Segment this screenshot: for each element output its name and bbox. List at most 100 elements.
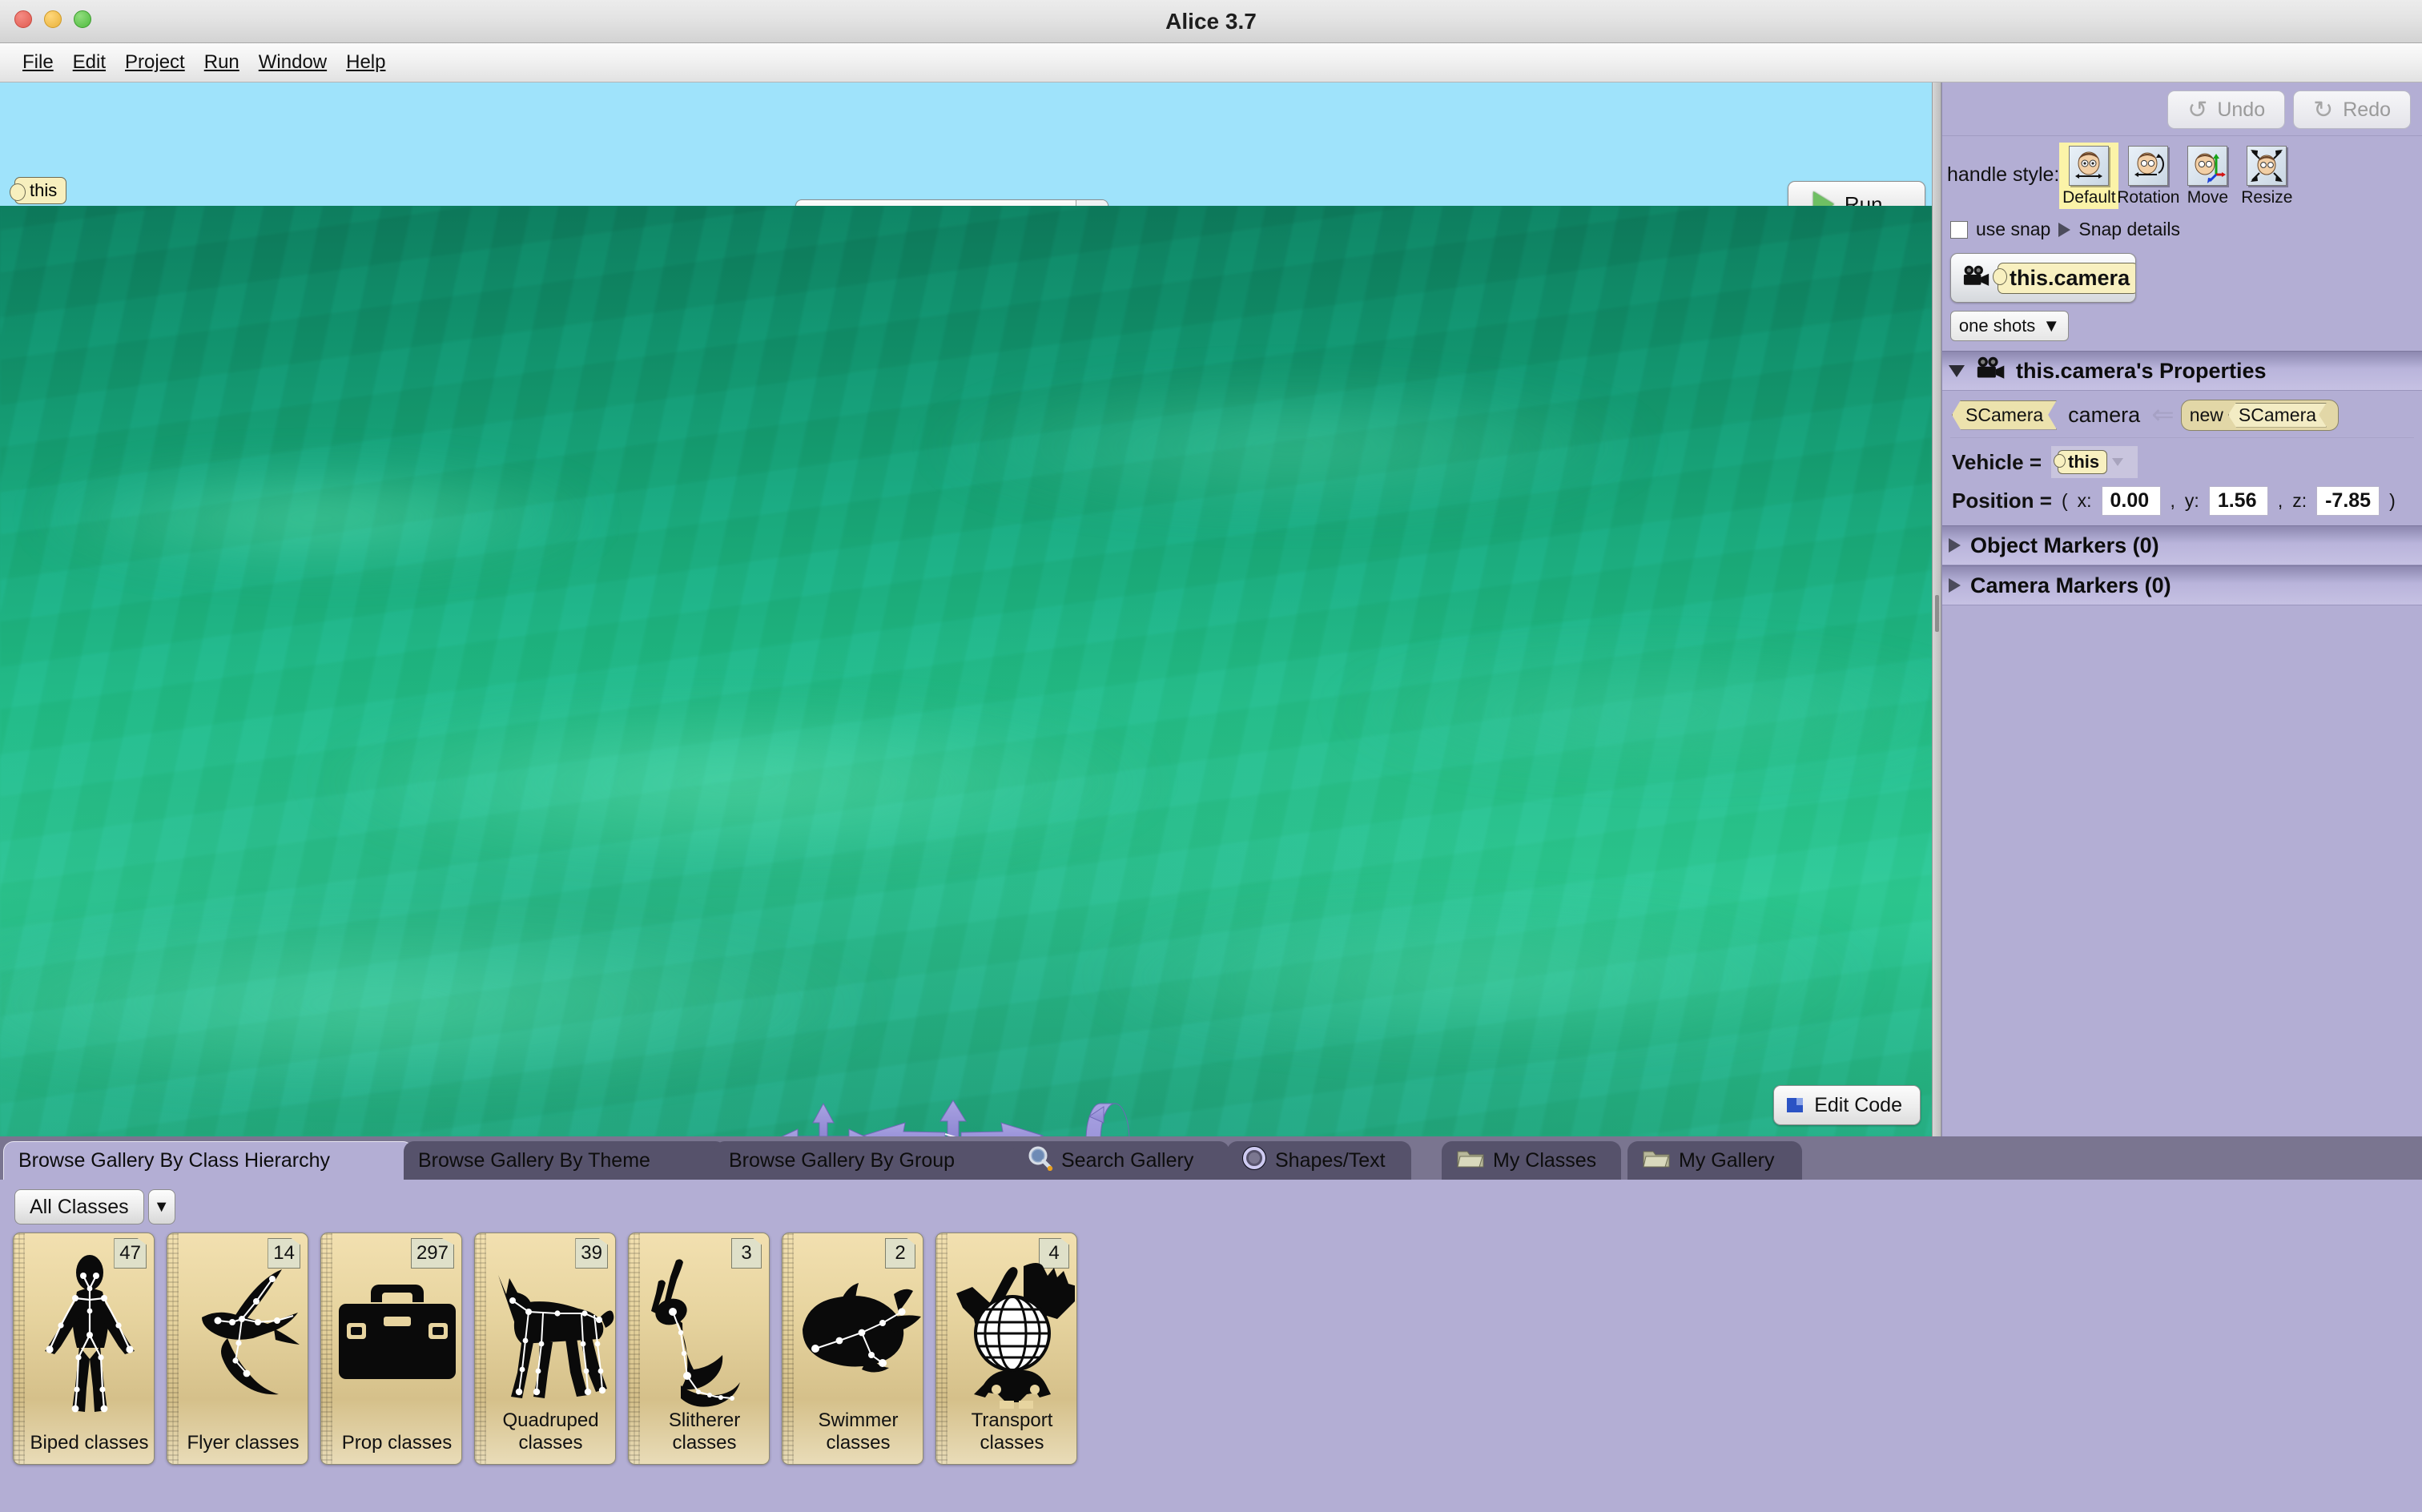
gallery-card-slitherer[interactable]: 3: [628, 1233, 770, 1465]
vehicle-value-dropdown[interactable]: this: [2051, 446, 2138, 478]
use-snap-label: use snap: [1976, 219, 2050, 240]
redo-button[interactable]: ↻ Redo: [2293, 90, 2411, 129]
menu-help[interactable]: Help: [336, 48, 395, 77]
3d-viewport[interactable]: Edit Code: [0, 206, 1932, 1136]
tab-browse-by-class-hierarchy[interactable]: Browse Gallery By Class Hierarchy: [3, 1141, 413, 1180]
one-shots-label: one shots: [1959, 316, 2035, 336]
tab-search-gallery[interactable]: Search Gallery: [1013, 1141, 1229, 1180]
head-resize-handle-icon: [2247, 146, 2287, 186]
chevron-down-icon: [2112, 458, 2123, 466]
declaration-name: camera: [2068, 403, 2140, 428]
snap-row: use snap Snap details: [1942, 214, 2422, 245]
handle-style-move[interactable]: Move: [2178, 143, 2237, 209]
gallery-card-flyer[interactable]: 14: [167, 1233, 308, 1465]
handle-style-default-label: Default: [2062, 188, 2116, 207]
chevron-down-icon[interactable]: [1949, 365, 1965, 377]
card-ribbon: [783, 1233, 794, 1465]
selected-object-chip[interactable]: this.camera: [1998, 263, 2136, 294]
menu-run-label: Run: [204, 51, 239, 73]
snap-details-label[interactable]: Snap details: [2078, 219, 2180, 240]
declaration-line: SCamera camera ⇐ new SCamera: [1942, 391, 2422, 436]
scene-editor-pane: this this.ground this.camera Starting Ca…: [0, 82, 1932, 1136]
object-selector-dropdown[interactable]: this.camera ▼: [1950, 253, 2136, 303]
menu-project[interactable]: Project: [115, 48, 195, 77]
edit-code-button[interactable]: Edit Code: [1773, 1085, 1921, 1125]
object-tile-this[interactable]: this: [14, 177, 66, 204]
camera-markers-header[interactable]: Camera Markers (0): [1942, 565, 2422, 605]
gallery-tabstrip[interactable]: Browse Gallery By Class Hierarchy Browse…: [0, 1136, 2422, 1180]
scene-toolbar: [0, 82, 1932, 206]
handle-style-resize[interactable]: Resize: [2237, 143, 2296, 209]
tab-browse-by-class-hierarchy-label: Browse Gallery By Class Hierarchy: [18, 1149, 330, 1172]
one-shots-button[interactable]: one shots ▼: [1950, 311, 2069, 341]
gallery-card-transport-label: Transport classes: [947, 1409, 1076, 1454]
gallery-card-quadruped[interactable]: 39: [474, 1233, 616, 1465]
gallery-card-biped-label: Biped classes: [25, 1432, 154, 1454]
gallery-card-swimmer[interactable]: 2: [782, 1233, 923, 1465]
gallery-card-prop[interactable]: 297: [320, 1233, 462, 1465]
tab-shapes-text[interactable]: Shapes/Text: [1227, 1141, 1411, 1180]
tab-my-gallery[interactable]: My Gallery: [1627, 1141, 1802, 1180]
tab-search-gallery-label: Search Gallery: [1061, 1149, 1193, 1172]
use-snap-checkbox[interactable]: [1950, 221, 1968, 239]
position-z-field[interactable]: -7.85: [2316, 486, 2380, 516]
chevron-right-icon[interactable]: [1949, 538, 1961, 553]
menubar[interactable]: File Edit Project Run Window Help: [0, 43, 2422, 82]
card-ribbon: [629, 1233, 640, 1465]
gallery-card-transport[interactable]: 4: [935, 1233, 1077, 1465]
gallery-pane: Browse Gallery By Class Hierarchy Browse…: [0, 1136, 2422, 1512]
folder-icon: [1456, 1147, 1485, 1175]
vehicle-property-row: Vehicle = this: [1942, 438, 2422, 478]
class-filter-dropdown[interactable]: All Classes ▼: [14, 1189, 175, 1224]
position-property-row: Position = ( x: 0.00 , y: 1.56 , z: -7.8…: [1942, 478, 2422, 516]
chevron-right-icon[interactable]: [2058, 223, 2070, 237]
menu-window-label: Window: [259, 51, 327, 73]
class-filter-arrow-glyph: ▼: [154, 1198, 170, 1216]
tab-my-classes[interactable]: My Classes: [1442, 1141, 1621, 1180]
head-move-handle-icon: [2187, 146, 2227, 186]
handle-style-caption: handle style:: [1947, 163, 2059, 209]
undo-button[interactable]: ↺ Undo: [2167, 90, 2285, 129]
menu-run[interactable]: Run: [195, 48, 249, 77]
gallery-tab-body: All Classes ▼ 47: [0, 1180, 2422, 1512]
handle-style-rotation[interactable]: Rotation: [2118, 143, 2178, 209]
object-selector-body[interactable]: this.camera: [1951, 254, 2136, 302]
swimmer-fish-icon: [794, 1245, 923, 1427]
card-ribbon: [475, 1233, 486, 1465]
menu-file[interactable]: File: [13, 48, 63, 77]
handle-style-move-label: Move: [2187, 188, 2228, 207]
movie-camera-icon: [1974, 356, 2006, 386]
position-x-field[interactable]: 0.00: [2102, 486, 2161, 516]
tab-browse-by-group-label: Browse Gallery By Group: [729, 1149, 955, 1172]
menu-help-label: Help: [346, 51, 385, 73]
class-filter-label-box[interactable]: All Classes: [14, 1189, 144, 1224]
gizmo-handle-group[interactable]: [761, 1091, 1177, 1136]
handle-style-default[interactable]: Default: [2059, 143, 2118, 209]
window-title: Alice 3.7: [0, 0, 2422, 43]
gizmo-svg[interactable]: [761, 1091, 1177, 1136]
undo-redo-toolbar: ↺ Undo ↻ Redo: [1942, 82, 2422, 136]
gallery-card-row[interactable]: 47: [13, 1233, 1077, 1465]
position-y-field[interactable]: 1.56: [2209, 486, 2268, 516]
magnifier-icon: [1028, 1145, 1053, 1176]
tab-browse-by-group[interactable]: Browse Gallery By Group: [714, 1141, 1035, 1180]
new-instance-chip[interactable]: new SCamera: [2181, 400, 2339, 431]
properties-section-header[interactable]: this.camera's Properties: [1942, 351, 2422, 391]
camera-markers-label: Camera Markers (0): [1970, 573, 2171, 598]
chevron-down-icon: ▼: [2042, 316, 2060, 336]
chevron-right-icon[interactable]: [1949, 578, 1961, 593]
gallery-card-prop-label: Prop classes: [332, 1432, 461, 1454]
chevron-down-icon[interactable]: ▼: [148, 1189, 175, 1224]
menu-edit[interactable]: Edit: [63, 48, 115, 77]
circle-ring-icon: [1241, 1145, 1267, 1176]
slitherer-snail-icon: [640, 1245, 769, 1427]
splitter-grip[interactable]: [1935, 595, 1939, 632]
gallery-card-biped[interactable]: 47: [13, 1233, 155, 1465]
object-markers-header[interactable]: Object Markers (0): [1942, 525, 2422, 565]
pane-splitter[interactable]: [1932, 82, 1941, 1136]
menu-window[interactable]: Window: [249, 48, 336, 77]
declaration-type-chip[interactable]: SCamera: [1952, 400, 2057, 430]
move-arrows-gizmo: [774, 1104, 873, 1136]
tab-browse-by-theme[interactable]: Browse Gallery By Theme: [404, 1141, 726, 1180]
card-ribbon: [936, 1233, 947, 1465]
